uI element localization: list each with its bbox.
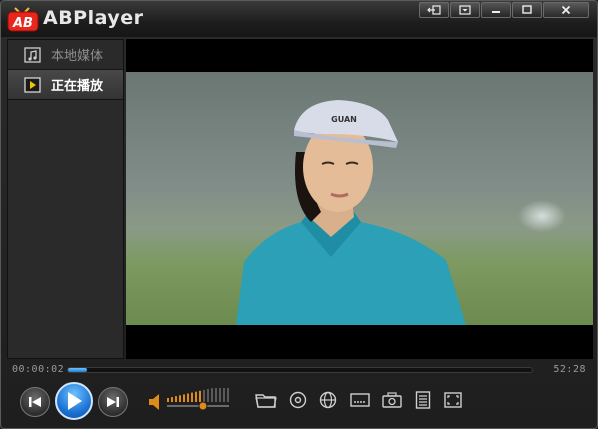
menu-icon bbox=[459, 5, 471, 15]
next-icon bbox=[107, 397, 119, 407]
menu-button[interactable] bbox=[450, 2, 480, 18]
globe-icon bbox=[319, 391, 337, 409]
minimize-button[interactable] bbox=[481, 2, 511, 18]
svg-text:GUAN: GUAN bbox=[331, 115, 357, 124]
total-time: 52:28 bbox=[553, 364, 586, 375]
screenshot-icon bbox=[382, 392, 402, 408]
sidebar-item-now-playing[interactable]: 正在播放 bbox=[8, 70, 123, 100]
play-icon bbox=[23, 76, 43, 93]
next-button[interactable] bbox=[98, 387, 128, 417]
seek-bar[interactable] bbox=[67, 367, 533, 373]
speaker-icon bbox=[149, 394, 159, 410]
sidebar-item-local-media[interactable]: 本地媒体 bbox=[8, 40, 123, 70]
screenshot-button[interactable] bbox=[381, 390, 403, 410]
playlist-button[interactable] bbox=[412, 390, 434, 410]
close-icon bbox=[561, 5, 571, 15]
sidebar-item-label: 本地媒体 bbox=[51, 49, 104, 64]
fullscreen-button[interactable] bbox=[442, 390, 464, 410]
maximize-button[interactable] bbox=[512, 2, 542, 18]
window-controls bbox=[419, 2, 589, 18]
app-logo: AB bbox=[7, 6, 39, 32]
previous-button[interactable] bbox=[20, 387, 50, 417]
volume-knob[interactable] bbox=[198, 401, 208, 411]
close-button[interactable] bbox=[543, 2, 589, 18]
previous-icon bbox=[29, 397, 41, 407]
subtitle-icon bbox=[350, 393, 370, 407]
fullscreen-icon bbox=[444, 392, 462, 408]
title-bar[interactable]: AB ABPlayer bbox=[1, 1, 597, 37]
open-file-button[interactable] bbox=[255, 390, 277, 410]
subtitle-button[interactable] bbox=[349, 390, 371, 410]
volume-slider[interactable] bbox=[167, 384, 231, 411]
current-time: 00:00:02 bbox=[12, 364, 65, 375]
sidebar: 本地媒体 正在播放 bbox=[7, 39, 124, 359]
disc-icon bbox=[289, 391, 307, 409]
player-window: AB ABPlayer 本地媒体 正在播放 GUAN 00:00:02 52:2… bbox=[0, 0, 598, 429]
sidebar-item-label: 正在播放 bbox=[51, 79, 104, 94]
maximize-icon bbox=[522, 5, 532, 14]
play-button[interactable] bbox=[55, 382, 93, 420]
playlist-icon bbox=[415, 391, 431, 409]
disc-button[interactable] bbox=[287, 390, 309, 410]
video-frame: GUAN bbox=[126, 72, 593, 325]
open-file-icon bbox=[255, 394, 277, 408]
network-button[interactable] bbox=[317, 390, 339, 410]
music-file-icon bbox=[23, 46, 43, 63]
mini-mode-icon bbox=[427, 5, 441, 15]
app-title: ABPlayer bbox=[43, 7, 144, 29]
minimize-icon bbox=[492, 11, 500, 13]
video-area[interactable]: GUAN bbox=[126, 39, 593, 359]
seek-progress bbox=[68, 368, 87, 372]
svg-text:AB: AB bbox=[12, 16, 33, 31]
volume-button[interactable] bbox=[148, 393, 162, 411]
mini-mode-button[interactable] bbox=[419, 2, 449, 18]
play-icon bbox=[68, 392, 82, 410]
